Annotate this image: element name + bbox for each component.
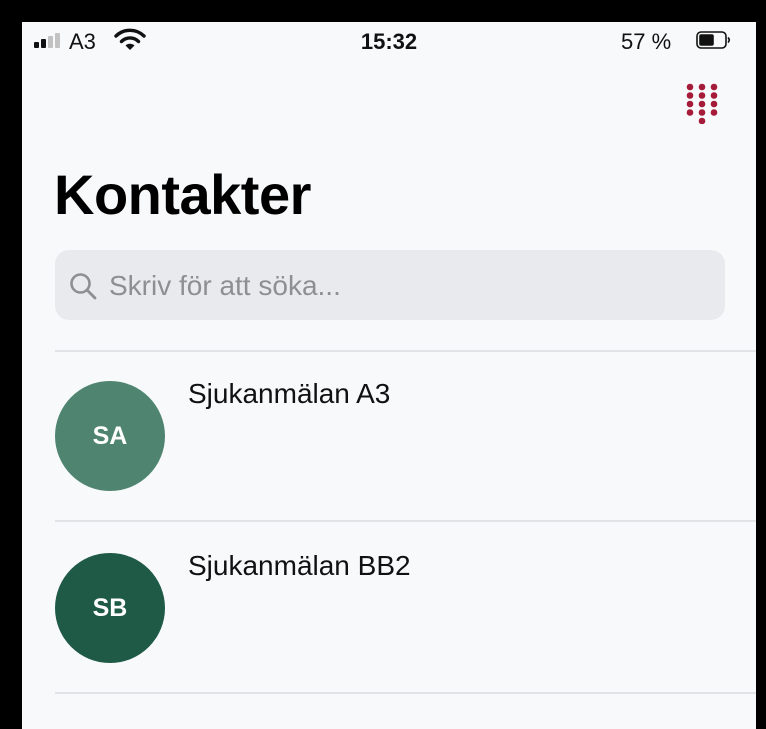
keypad-icon[interactable] xyxy=(684,82,720,124)
list-divider xyxy=(55,692,756,694)
contacts-screen: A3 15:32 57 % Kontakter SA Sjukanmälan A… xyxy=(22,22,756,729)
avatar: SB xyxy=(55,553,165,663)
search-bar[interactable] xyxy=(55,250,725,322)
contact-name: Sjukanmälan A3 xyxy=(188,378,391,409)
contact-row-sb[interactable]: SB Sjukanmälan BB2 xyxy=(22,522,756,692)
contact-name: Sjukanmälan BB2 xyxy=(188,550,411,581)
search-input[interactable] xyxy=(107,250,711,322)
contact-row-sa[interactable]: SA Sjukanmälan A3 xyxy=(22,352,756,522)
avatar-initials: SB xyxy=(92,593,128,622)
search-icon xyxy=(70,273,97,300)
page-title: Kontakter xyxy=(54,163,311,226)
avatar-initials: SA xyxy=(92,421,128,450)
status-bar: A3 15:32 57 % xyxy=(22,22,756,68)
avatar: SA xyxy=(55,381,165,491)
battery-percentage: 57 % xyxy=(621,29,672,54)
battery-icon xyxy=(696,31,731,49)
